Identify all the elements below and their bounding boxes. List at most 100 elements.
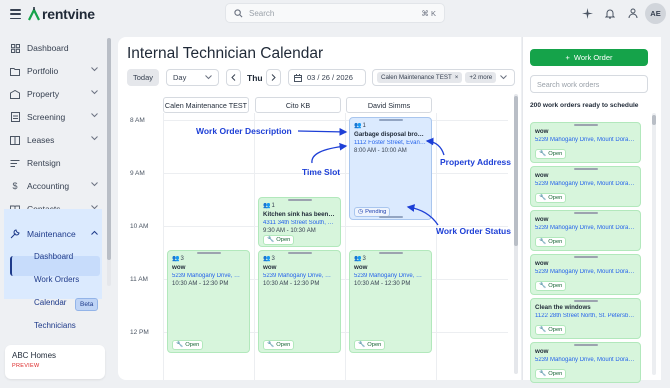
bell-icon[interactable]: [603, 6, 617, 20]
top-bar: rentvine Search ⌘ K AE: [0, 0, 670, 30]
work-order-card[interactable]: wow 5239 Mahogany Drive, Mount Dora, F..…: [530, 166, 641, 207]
filter-more-chip[interactable]: +2 more: [465, 72, 497, 83]
work-order-card[interactable]: wow 5239 Mahogany Drive, Mount Dora, F..…: [530, 210, 641, 251]
view-select[interactable]: Day: [166, 69, 219, 86]
card-address[interactable]: 5239 Mahogany Drive, Mount Dora, F...: [535, 181, 636, 187]
assignee-count: 👥 3: [354, 255, 366, 263]
event-time: 10:30 AM - 12:30 PM: [354, 281, 411, 287]
sidebar-item-property[interactable]: Property: [10, 85, 102, 103]
filter-chip[interactable]: Calen Maintenance TEST ×: [377, 72, 463, 83]
annotation-description: Work Order Description: [196, 126, 292, 136]
drag-handle[interactable]: [573, 256, 598, 258]
card-address[interactable]: 5239 Mahogany Drive, Mount Dora, F...: [535, 269, 636, 275]
card-title: Clean the windows: [535, 304, 591, 311]
work-order-card[interactable]: Clean the windows 1122 28th Street North…: [530, 298, 641, 339]
work-order-card[interactable]: wow 5239 Mahogany Drive, Mount Dora, F..…: [530, 342, 641, 383]
calendar-event[interactable]: 👥 3 wow 5239 Mahogany Drive, Mou... 10:30…: [349, 250, 432, 353]
sidebar-item-rentsign[interactable]: Rentsign: [10, 154, 102, 172]
prev-day-button[interactable]: [226, 69, 241, 86]
brand-logo[interactable]: rentvine: [28, 6, 95, 22]
filter-chip-label: Calen Maintenance TEST: [381, 74, 452, 81]
calendar-event[interactable]: 👥 3 wow 5239 Mahogany Drive, Mou... 10:30…: [167, 250, 250, 353]
card-address[interactable]: 1122 28th Street North, St. Petersburg..…: [535, 313, 636, 319]
work-order-search-input[interactable]: Search work orders: [530, 75, 648, 93]
submenu-work-orders[interactable]: Work Orders: [34, 275, 79, 284]
event-address[interactable]: 5239 Mahogany Drive, Mou...: [172, 273, 245, 279]
sidebar-item-screening[interactable]: Screening: [10, 108, 102, 126]
panel-scrollbar[interactable]: [652, 113, 656, 375]
sidebar-item-maintenance[interactable]: Maintenance: [4, 225, 102, 243]
time-label: 10 AM: [130, 223, 149, 230]
current-day-label: Thu: [247, 73, 263, 83]
calendar-icon: [294, 73, 302, 82]
submenu-dashboard[interactable]: Dashboard: [34, 252, 73, 261]
event-address[interactable]: 4311 34th Street South, St. P...: [263, 220, 336, 226]
work-order-card[interactable]: wow 5239 Mahogany Drive, Mount Dora, F..…: [530, 122, 641, 163]
resize-handle[interactable]: [287, 199, 312, 201]
resize-handle[interactable]: [378, 119, 403, 121]
technician-filter[interactable]: Calen Maintenance TEST × +2 more: [372, 69, 515, 86]
event-title: Garbage disposal brokenwe: [354, 131, 427, 138]
calendar-panel: Internal Technician Calendar Today Day T…: [118, 37, 521, 380]
wrench-icon: 🔧: [539, 239, 547, 245]
wrench-icon: 🔧: [267, 237, 275, 243]
event-address[interactable]: 5239 Mahogany Drive, Mou...: [263, 273, 336, 279]
card-title: wow: [535, 260, 549, 267]
global-search[interactable]: Search ⌘ K: [225, 3, 445, 23]
event-address[interactable]: 5239 Mahogany Drive, Mou...: [354, 273, 427, 279]
status-badge: 🔧 Open: [535, 237, 567, 247]
resize-handle[interactable]: [378, 216, 403, 218]
chevron-down-icon: [205, 75, 212, 80]
user-settings-icon[interactable]: [626, 6, 640, 20]
submenu-technicians[interactable]: Technicians: [34, 321, 76, 330]
sidebar-item-accounting[interactable]: $ Accounting: [10, 177, 102, 195]
sidebar-item-label: Rentsign: [27, 158, 61, 168]
sidebar-item-portfolio[interactable]: Portfolio: [10, 62, 102, 80]
column-divider: [436, 113, 437, 380]
drag-handle[interactable]: [573, 344, 598, 346]
remove-chip-icon[interactable]: ×: [455, 74, 459, 81]
sidebar-item-leases[interactable]: Leases: [10, 131, 102, 149]
wrench-icon: 🔧: [539, 151, 547, 157]
drag-handle[interactable]: [573, 168, 598, 170]
card-address[interactable]: 5239 Mahogany Drive, Mount Dora, F...: [535, 225, 636, 231]
today-button[interactable]: Today: [127, 69, 159, 86]
date-value: 03 / 26 / 2026: [307, 73, 353, 82]
wrench-icon: 🔧: [267, 342, 275, 348]
drag-handle[interactable]: [573, 300, 598, 302]
sidebar-item-dashboard[interactable]: Dashboard: [10, 39, 102, 57]
status-badge: 🔧 Open: [535, 193, 567, 203]
date-picker[interactable]: 03 / 26 / 2026: [288, 69, 366, 86]
next-day-button[interactable]: [266, 69, 281, 86]
menu-icon[interactable]: [10, 9, 21, 19]
rentsign-icon: [10, 158, 20, 168]
card-address[interactable]: 5239 Mahogany Drive, Mount Dora, F...: [535, 357, 636, 363]
calendar-event[interactable]: 👥 3 wow 5239 Mahogany Drive, Mou... 10:30…: [258, 250, 341, 353]
submenu-calendar[interactable]: Calendar: [34, 298, 66, 307]
clock-icon: ◷: [358, 209, 364, 215]
event-time: 9:30 AM - 10:30 AM: [263, 228, 316, 234]
organization-switcher[interactable]: ABC Homes PREVIEW: [5, 345, 105, 379]
resize-handle[interactable]: [287, 252, 312, 254]
sparkle-icon[interactable]: [580, 6, 594, 20]
event-address[interactable]: 1112 Foster Street, Evanston,: [354, 140, 427, 146]
sidebar-item-label: Screening: [27, 112, 66, 122]
wrench-icon: 🔧: [358, 342, 366, 348]
drag-handle[interactable]: [573, 124, 598, 126]
new-work-order-button[interactable]: + Work Order: [530, 49, 648, 66]
time-label: 11 AM: [130, 276, 148, 283]
leases-icon: [10, 135, 20, 145]
card-address[interactable]: 5239 Mahogany Drive, Mount Dora, F...: [535, 137, 636, 143]
work-order-card[interactable]: wow 5239 Mahogany Drive, Mount Dora, F..…: [530, 254, 641, 295]
user-avatar[interactable]: AE: [645, 3, 666, 24]
calendar-event[interactable]: 👥1 Garbage disposal brokenwe 1112 Foster…: [349, 117, 432, 220]
calendar-scroll-thumb[interactable]: [514, 96, 518, 246]
sidebar-item-label: Leases: [27, 135, 55, 145]
resize-handle[interactable]: [196, 252, 221, 254]
resize-handle[interactable]: [378, 252, 403, 254]
sidebar-scroll-thumb[interactable]: [107, 38, 111, 260]
calendar-event[interactable]: 👥1 Kitchen sink has been drain... 4311 3…: [258, 197, 341, 247]
drag-handle[interactable]: [573, 212, 598, 214]
work-orders-panel: + Work Order Search work orders 200 work…: [522, 37, 661, 383]
panel-scroll-thumb[interactable]: [652, 115, 656, 125]
